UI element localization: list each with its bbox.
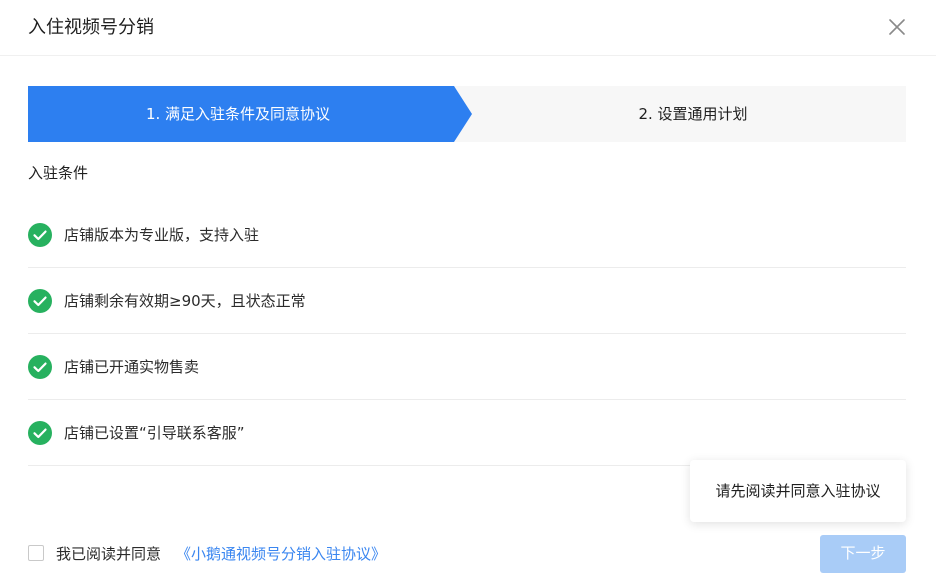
step-2-label: 2. 设置通用计划: [638, 105, 748, 123]
dialog-header: 入住视频号分销: [0, 0, 936, 56]
agreement-checkbox[interactable]: [28, 545, 44, 561]
step-1: 1. 满足入驻条件及同意协议: [28, 86, 472, 142]
step-progress: 1. 满足入驻条件及同意协议 2. 设置通用计划: [28, 86, 906, 142]
check-circle-icon: [28, 289, 52, 313]
check-circle-icon: [28, 421, 52, 445]
condition-item: 店铺版本为专业版，支持入驻: [28, 202, 906, 268]
close-icon[interactable]: [888, 18, 906, 36]
agreement-link[interactable]: 《小鹅通视频号分销入驻协议》: [176, 543, 386, 565]
step-1-label: 1. 满足入驻条件及同意协议: [145, 105, 331, 123]
condition-text: 店铺版本为专业版，支持入驻: [64, 226, 260, 244]
next-step-button[interactable]: 下一步: [820, 535, 906, 573]
agreement-tooltip: 请先阅读并同意入驻协议: [690, 460, 906, 522]
agreement-label: 我已阅读并同意: [56, 545, 162, 563]
dialog-title: 入住视频号分销: [28, 17, 154, 38]
condition-item: 店铺剩余有效期≥90天，且状态正常: [28, 268, 906, 334]
check-circle-icon: [28, 355, 52, 379]
tooltip-text: 请先阅读并同意入驻协议: [715, 482, 881, 500]
condition-text: 店铺剩余有效期≥90天，且状态正常: [64, 292, 306, 310]
conditions-title: 入驻条件: [28, 164, 89, 182]
check-circle-icon: [28, 223, 52, 247]
condition-item: 店铺已设置“引导联系客服”: [28, 400, 906, 466]
condition-text: 店铺已设置“引导联系客服”: [64, 424, 245, 442]
condition-text: 店铺已开通实物售卖: [64, 358, 200, 376]
condition-item: 店铺已开通实物售卖: [28, 334, 906, 400]
distribution-dialog: 入住视频号分销 1. 满足入驻条件及同意协议 2. 设置通用计划 入驻条件 店铺…: [0, 0, 936, 588]
